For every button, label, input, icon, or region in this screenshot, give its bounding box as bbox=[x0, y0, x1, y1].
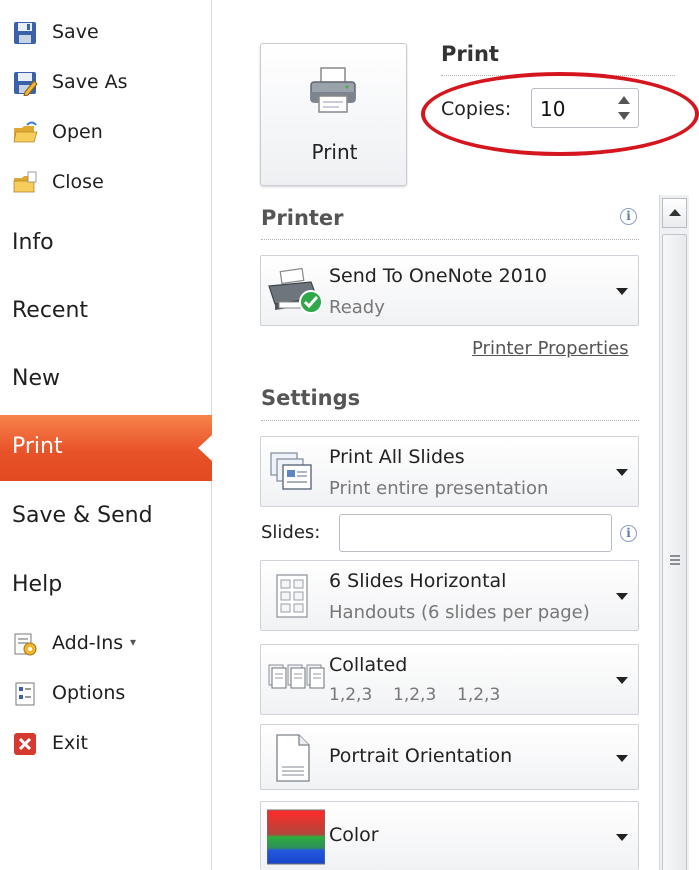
tab-save-send[interactable]: Save & Send bbox=[12, 503, 153, 528]
scroll-thumb[interactable] bbox=[662, 234, 687, 870]
nav-open-label: Open bbox=[52, 121, 103, 143]
save-icon bbox=[14, 22, 36, 44]
dropdown-arrow-icon bbox=[616, 677, 628, 684]
printer-status: Ready bbox=[329, 297, 385, 318]
backstage-nav: Save Save As Open Close Info Recent New … bbox=[0, 0, 212, 870]
options-icon bbox=[15, 682, 35, 706]
nav-save-as[interactable]: Save As bbox=[0, 60, 212, 104]
color-title: Color bbox=[329, 824, 379, 846]
tab-print-label: Print bbox=[12, 434, 63, 459]
dropdown-arrow-icon bbox=[616, 755, 628, 762]
slides-input[interactable] bbox=[339, 514, 612, 552]
print-panel: Print Print Copies: 10 Printer i Send To… bbox=[213, 0, 699, 870]
tab-new[interactable]: New bbox=[12, 366, 60, 391]
printer-name: Send To OneNote 2010 bbox=[329, 265, 547, 287]
print-button[interactable]: Print bbox=[260, 43, 407, 186]
info-icon[interactable]: i bbox=[620, 525, 637, 542]
tab-info[interactable]: Info bbox=[12, 230, 54, 255]
color-icon bbox=[267, 809, 325, 865]
nav-options-label: Options bbox=[52, 682, 126, 704]
collation-sequence: 1,2,3 bbox=[457, 685, 501, 705]
orientation-title: Portrait Orientation bbox=[329, 745, 513, 767]
layout-subtitle: Handouts (6 slides per page) bbox=[329, 602, 590, 623]
color-dropdown[interactable]: Color bbox=[260, 801, 639, 870]
collated-pages-icon bbox=[268, 664, 325, 689]
collation-title: Collated bbox=[329, 654, 408, 676]
printer-dropdown[interactable]: Send To OneNote 2010 Ready bbox=[260, 255, 639, 326]
selection-notch bbox=[198, 435, 212, 461]
copies-highlight-circle bbox=[421, 72, 699, 156]
info-icon[interactable]: i bbox=[620, 208, 637, 225]
scroll-up-button[interactable] bbox=[662, 198, 687, 228]
divider bbox=[261, 239, 639, 240]
print-button-label: Print bbox=[311, 140, 358, 164]
nav-add-ins-label: Add-Ins bbox=[52, 632, 124, 654]
print-range-dropdown[interactable]: Print All Slides Print entire presentati… bbox=[260, 436, 639, 507]
collation-dropdown[interactable]: Collated 1,2,3 1,2,3 1,2,3 bbox=[260, 644, 639, 715]
portrait-page-icon bbox=[276, 734, 310, 782]
print-range-subtitle: Print entire presentation bbox=[329, 478, 549, 499]
dropdown-arrow-icon bbox=[616, 834, 628, 841]
layout-dropdown[interactable]: 6 Slides Horizontal Handouts (6 slides p… bbox=[260, 560, 639, 631]
print-title: Print bbox=[441, 42, 499, 66]
printer-properties-link[interactable]: Printer Properties bbox=[472, 338, 629, 359]
nav-open[interactable]: Open bbox=[0, 110, 212, 154]
tab-help[interactable]: Help bbox=[12, 572, 62, 597]
printer-ready-icon bbox=[268, 268, 323, 314]
settings-section-title: Settings bbox=[261, 386, 361, 410]
nav-close-label: Close bbox=[52, 171, 104, 193]
grip-icon bbox=[670, 555, 680, 565]
nav-exit[interactable]: Exit bbox=[0, 721, 212, 765]
nav-exit-label: Exit bbox=[52, 732, 88, 754]
tab-recent[interactable]: Recent bbox=[12, 298, 88, 323]
exit-icon bbox=[14, 733, 36, 755]
dropdown-arrow-icon bbox=[616, 288, 628, 295]
slides-label: Slides: bbox=[261, 522, 321, 543]
printer-section-title: Printer bbox=[261, 206, 344, 230]
handout-layout-icon bbox=[276, 574, 308, 618]
nav-close[interactable]: Close bbox=[0, 160, 212, 204]
add-ins-icon bbox=[14, 633, 37, 656]
vertical-scrollbar[interactable] bbox=[659, 195, 689, 870]
nav-save-label: Save bbox=[52, 21, 99, 43]
collation-sequence: 1,2,3 bbox=[393, 685, 437, 705]
nav-save-as-label: Save As bbox=[52, 71, 128, 93]
printer-icon bbox=[310, 67, 356, 113]
layout-title: 6 Slides Horizontal bbox=[329, 570, 507, 592]
chevron-down-icon: ▾ bbox=[130, 635, 137, 649]
open-folder-icon bbox=[13, 121, 38, 143]
print-all-slides-icon bbox=[270, 452, 312, 490]
collation-sequence: 1,2,3 bbox=[329, 685, 373, 705]
dropdown-arrow-icon bbox=[616, 469, 628, 476]
nav-add-ins[interactable]: Add-Ins ▾ bbox=[0, 621, 212, 665]
nav-save[interactable]: Save bbox=[0, 10, 212, 54]
dropdown-arrow-icon bbox=[616, 593, 628, 600]
scroll-up-arrow-icon bbox=[669, 209, 681, 216]
print-range-title: Print All Slides bbox=[329, 446, 465, 468]
divider bbox=[261, 420, 639, 421]
save-as-icon bbox=[14, 72, 38, 96]
tab-print-selected[interactable]: Print bbox=[0, 415, 212, 481]
close-folder-icon bbox=[13, 171, 37, 193]
nav-options[interactable]: Options bbox=[0, 671, 212, 715]
orientation-dropdown[interactable]: Portrait Orientation bbox=[260, 724, 639, 790]
